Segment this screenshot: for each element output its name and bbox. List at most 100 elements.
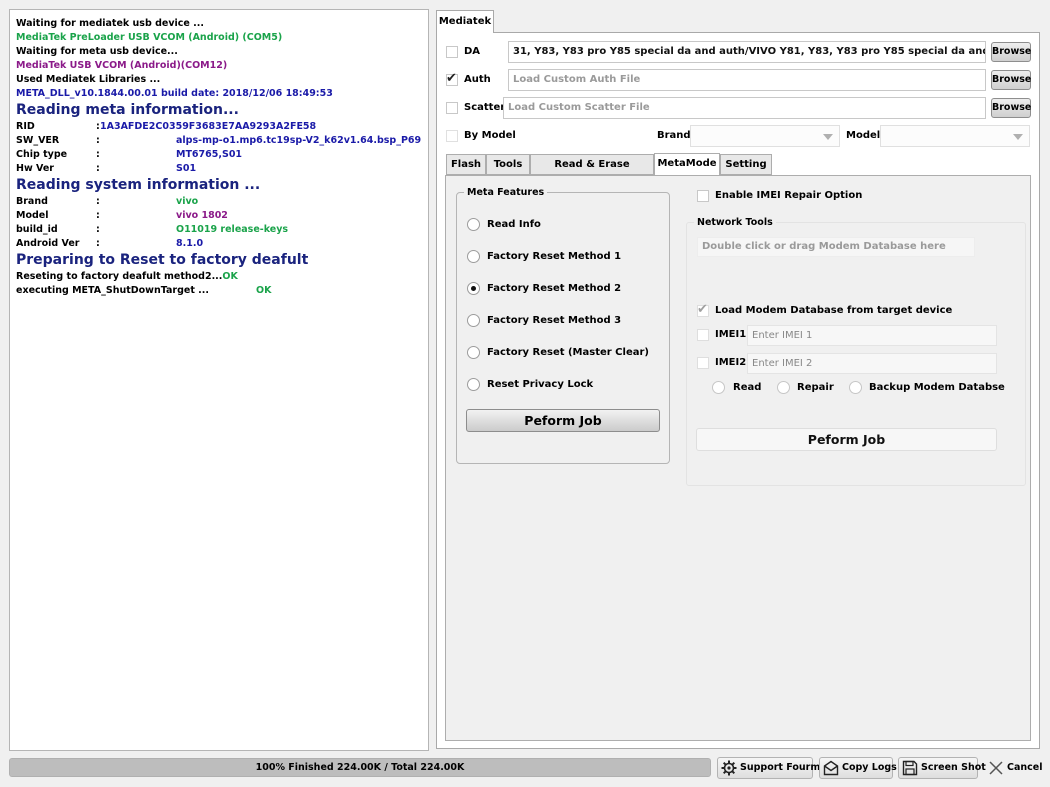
log-text: Reseting to factory deafult method2... [16, 271, 223, 282]
scatter-browse-button[interactable]: Browse [991, 98, 1031, 118]
scatter-label: Scatter [464, 102, 506, 113]
meta-perform-job-button[interactable]: Peform Job [466, 409, 660, 432]
log-key: build_id [16, 224, 58, 235]
log-line: MediaTek PreLoader USB VCOM (Android) (C… [16, 32, 283, 43]
option-label: Factory Reset Method 3 [487, 315, 622, 326]
option-label: Read Info [487, 219, 541, 230]
imei1-input[interactable]: Enter IMEI 1 [747, 325, 997, 346]
log-sep: : [96, 210, 100, 221]
tab-mediatek[interactable]: Mediatek [436, 10, 494, 33]
radio-master-clear[interactable] [467, 346, 480, 359]
screen-shot-button[interactable]: Screen Shot [898, 757, 986, 779]
modem-database-drop-field[interactable]: Double click or drag Modem Database here [697, 237, 975, 257]
log-value: vivo [176, 196, 199, 207]
log-key: RID [16, 121, 35, 132]
log-line: Waiting for mediatek usb device ... [16, 18, 204, 29]
cancel-button[interactable]: Cancel [984, 757, 1042, 779]
imei2-input[interactable]: Enter IMEI 2 [747, 353, 997, 374]
log-status-ok: OK [222, 271, 238, 282]
option-label: Factory Reset Method 2 [487, 283, 622, 294]
network-tools-title: Network Tools [694, 217, 776, 229]
envelope-icon [823, 760, 839, 776]
chevron-down-icon [823, 134, 833, 140]
log-line: MediaTek USB VCOM (Android)(COM12) [16, 60, 228, 71]
tab-metamode[interactable]: MetaMode [654, 153, 720, 175]
da-browse-button[interactable]: Browse [991, 42, 1031, 62]
radio-factory-reset-2[interactable] [467, 282, 480, 295]
radio-imei-repair[interactable] [777, 381, 790, 394]
auth-browse-button[interactable]: Browse [991, 70, 1031, 90]
da-label: DA [464, 46, 481, 57]
scatter-file-field[interactable]: Load Custom Scatter File [503, 97, 986, 119]
log-sep: : [96, 224, 100, 235]
meta-features-title: Meta Features [464, 187, 548, 199]
close-icon [989, 761, 1003, 775]
log-sep: : [96, 163, 100, 174]
log-status-ok: OK [256, 285, 272, 296]
enable-imei-label: Enable IMEI Repair Option [715, 190, 863, 201]
cancel-label: Cancel [1007, 762, 1043, 773]
option-label: Factory Reset Method 1 [487, 251, 622, 262]
log-line: Used Mediatek Libraries ... [16, 74, 161, 85]
copy-logs-button[interactable]: Copy Logs [819, 757, 897, 779]
log-key: Hw Ver [16, 163, 54, 174]
log-key: Chip type [16, 149, 68, 160]
chevron-down-icon [1013, 134, 1023, 140]
log-status-row: Reseting to factory deafult method2...OK [16, 270, 238, 284]
radio-reset-privacy-lock[interactable] [467, 378, 480, 391]
model-label: Model [846, 130, 881, 141]
log-value: 8.1.0 [176, 238, 204, 249]
radio-factory-reset-3[interactable] [467, 314, 480, 327]
log-sep: : [96, 238, 100, 249]
tab-setting[interactable]: Setting [720, 154, 772, 175]
imei1-label: IMEI1 [715, 329, 747, 340]
log-text: executing META_ShutDownTarget ... [16, 285, 209, 296]
log-key: Brand [16, 196, 48, 207]
log-value: vivo 1802 [176, 210, 228, 221]
scatter-checkbox[interactable] [446, 102, 458, 114]
radio-read-info[interactable] [467, 218, 480, 231]
log-panel[interactable]: Waiting for mediatek usb device ... Medi… [9, 9, 429, 751]
imei2-checkbox[interactable] [697, 357, 709, 369]
log-line: META_DLL_v10.1844.00.01 build date: 2018… [16, 88, 333, 99]
log-heading-reset: Preparing to Reset to factory deafult [16, 252, 309, 268]
imei-read-label: Read [733, 382, 762, 393]
tab-flash[interactable]: Flash [446, 154, 486, 175]
tab-read-erase[interactable]: Read & Erase Operation [530, 154, 654, 189]
da-checkbox[interactable] [446, 46, 458, 58]
log-heading-meta: Reading meta information... [16, 102, 239, 118]
model-dropdown[interactable] [880, 125, 1030, 147]
brand-label: Brand [657, 130, 691, 141]
tab-tools[interactable]: Tools [486, 154, 530, 175]
imei-perform-job-button[interactable]: Peform Job [696, 428, 997, 451]
log-sep: : [96, 149, 100, 160]
radio-imei-read[interactable] [712, 381, 725, 394]
load-modem-db-checkbox[interactable] [697, 302, 709, 317]
log-value: S01 [176, 163, 197, 174]
radio-factory-reset-1[interactable] [467, 250, 480, 263]
gear-icon [721, 760, 737, 776]
log-value: 1A3AFDE2C0359F3683E7AA9293A2FE58 [100, 121, 317, 132]
floppy-disk-icon [902, 760, 918, 776]
brand-dropdown[interactable] [690, 125, 840, 147]
log-heading-system: Reading system information ... [16, 177, 261, 193]
imei1-checkbox[interactable] [697, 329, 709, 341]
log-value: MT6765,S01 [176, 149, 243, 160]
da-file-field[interactable]: 31, Y83, Y83 pro Y85 special da and auth… [508, 41, 986, 63]
auth-checkbox[interactable] [446, 71, 458, 86]
by-model-checkbox[interactable] [446, 130, 458, 142]
auth-file-field[interactable]: Load Custom Auth File [508, 69, 986, 91]
option-label: Reset Privacy Lock [487, 379, 594, 390]
imei2-label: IMEI2 [715, 357, 747, 368]
log-value: alps-mp-o1.mp6.tc19sp-V2_k62v1.64.bsp_P6… [176, 135, 422, 146]
log-line: Waiting for meta usb device... [16, 46, 178, 57]
log-key: SW_VER [16, 135, 60, 146]
screen-shot-label: Screen Shot [921, 762, 986, 773]
option-label: Factory Reset (Master Clear) [487, 347, 649, 358]
enable-imei-checkbox[interactable] [697, 190, 709, 202]
imei-repair-label: Repair [797, 382, 834, 393]
backup-modem-label: Backup Modem Databse [869, 382, 1005, 393]
radio-backup-modem[interactable] [849, 381, 862, 394]
log-sep: : [96, 196, 100, 207]
support-forum-button[interactable]: Support Fourm [717, 757, 820, 779]
